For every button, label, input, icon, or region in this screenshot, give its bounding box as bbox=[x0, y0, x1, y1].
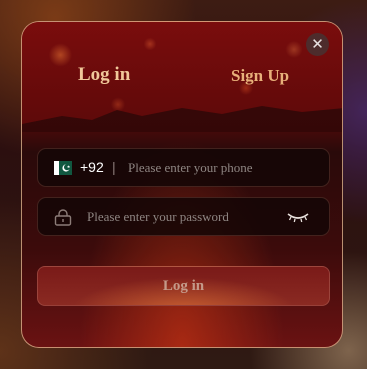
login-dialog: Log in Sign Up ✕ +92 | Log in bbox=[21, 21, 343, 348]
phone-input[interactable] bbox=[128, 149, 318, 186]
code-separator: | bbox=[112, 159, 116, 175]
lock-icon bbox=[54, 209, 72, 226]
password-field bbox=[37, 197, 330, 236]
eye-closed-icon[interactable] bbox=[287, 211, 309, 223]
phone-field: +92 | bbox=[37, 148, 330, 187]
password-input[interactable] bbox=[87, 198, 277, 235]
login-button[interactable]: Log in bbox=[37, 266, 330, 306]
tab-signup[interactable]: Sign Up bbox=[231, 66, 289, 86]
pakistan-flag-icon[interactable] bbox=[54, 161, 72, 175]
tab-login[interactable]: Log in bbox=[78, 64, 130, 86]
close-button[interactable]: ✕ bbox=[306, 33, 329, 56]
mountain-silhouette-icon bbox=[22, 106, 342, 132]
close-icon: ✕ bbox=[311, 35, 324, 53]
country-code[interactable]: +92 bbox=[80, 159, 104, 175]
dialog-header-art bbox=[22, 22, 342, 132]
